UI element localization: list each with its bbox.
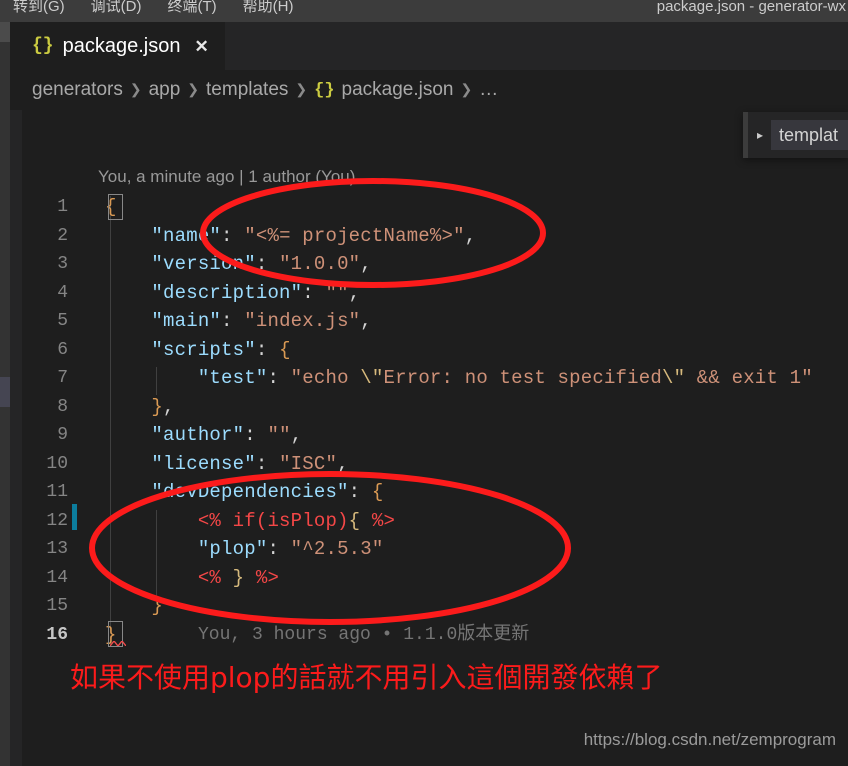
line-number: 16	[46, 624, 68, 645]
code-line[interactable]: 8 },	[0, 393, 838, 422]
breadcrumb-item-generators[interactable]: generators	[32, 79, 123, 101]
line-content: "license": "ISC",	[151, 452, 349, 475]
popup-item-label: templat	[779, 124, 839, 145]
activity-bar-indicator-top	[0, 22, 10, 42]
breadcrumb-item-more[interactable]: …	[479, 79, 498, 101]
line-content: "main": "index.js",	[151, 310, 372, 332]
line-number: 15	[46, 596, 68, 616]
breadcrumb-item-package-json[interactable]: package.json	[342, 79, 454, 101]
menu-bar: 转到(G) 调试(D) 终端(T) 帮助(H)	[0, 0, 306, 20]
popup-list-item[interactable]: templat	[771, 120, 848, 150]
line-content: "devDependencies": {	[151, 481, 384, 503]
line-number: 13	[46, 539, 68, 559]
code-line[interactable]: 1 {	[0, 193, 838, 222]
chevron-right-icon: ❯	[295, 80, 308, 97]
breadcrumb-item-app[interactable]: app	[149, 79, 181, 101]
code-line[interactable]: 3 "version": "1.0.0",	[0, 250, 838, 279]
code-line[interactable]: 11 "devDependencies": {	[0, 478, 838, 507]
chevron-right-icon: ❯	[129, 80, 142, 97]
line-content: <% if(isPlop){ %>	[197, 509, 396, 532]
code-line[interactable]: 5 "main": "index.js",	[0, 307, 838, 336]
line-number: 1	[57, 197, 68, 217]
line-content: "description": "",	[151, 281, 361, 304]
line-number: 8	[57, 396, 68, 417]
code-line[interactable]: 7 "test": "echo \"Error: no test specifi…	[0, 364, 838, 393]
popup-side-bar	[743, 112, 748, 158]
code-line[interactable]: 6 "scripts": {	[0, 336, 838, 365]
menu-item-terminal[interactable]: 终端(T)	[155, 0, 230, 20]
line-number: 7	[57, 368, 68, 388]
json-braces-icon: {}	[314, 80, 335, 100]
menu-item-goto[interactable]: 转到(G)	[0, 0, 78, 20]
watermark: https://blog.csdn.net/zemprogram	[583, 730, 836, 749]
line-content: }	[151, 595, 164, 617]
code-line[interactable]: 2 "name": "<%= projectName%>",	[0, 222, 838, 251]
line-content: "author": "",	[151, 424, 303, 446]
line-number: 6	[57, 339, 68, 360]
chevron-right-icon: ❯	[460, 80, 473, 97]
code-line[interactable]: 4 "description": "",	[0, 279, 838, 308]
code-line[interactable]: 14 <% } %>	[0, 564, 838, 593]
inline-blame-annotation: You, 3 hours ago • 1.1.0版本更新	[198, 625, 530, 645]
code-line[interactable]: 10 "license": "ISC",	[0, 450, 838, 479]
line-number: 3	[57, 254, 68, 274]
chevron-right-icon: ❯	[187, 80, 200, 97]
code-line[interactable]: 12 <% if(isPlop){ %>	[0, 507, 838, 536]
line-number: 4	[57, 282, 68, 303]
chevron-right-icon[interactable]: ▸	[757, 128, 763, 142]
breadcrumb-item-templates[interactable]: templates	[206, 79, 288, 101]
window-titlebar: 转到(G) 调试(D) 终端(T) 帮助(H) package.json - g…	[0, 0, 848, 22]
line-number: 14	[46, 567, 68, 588]
line-number: 10	[46, 453, 68, 474]
tab-label: package.json	[62, 34, 181, 57]
line-number: 2	[57, 225, 68, 246]
error-squiggle-icon	[110, 641, 126, 646]
line-content: "version": "1.0.0",	[151, 253, 372, 275]
line-content: "test": "echo \"Error: no test specified…	[197, 367, 813, 389]
line-content: <% } %>	[197, 566, 280, 589]
line-number: 12	[46, 510, 68, 531]
line-number: 9	[57, 425, 68, 445]
breadcrumb: generators ❯ app ❯ templates ❯ {} packag…	[10, 70, 848, 110]
json-braces-icon: {}	[32, 36, 54, 56]
line-number: 5	[57, 311, 68, 331]
close-icon[interactable]: ✕	[194, 38, 208, 55]
line-content: "scripts": {	[151, 338, 291, 361]
menu-item-debug[interactable]: 调试(D)	[78, 0, 155, 20]
codelens-blame[interactable]: You, a minute ago | 1 author (You)	[98, 167, 355, 187]
line-content: "name": "<%= projectName%>",	[151, 224, 477, 247]
tab-package-json[interactable]: {} package.json ✕	[10, 22, 225, 70]
code-line[interactable]: 9 "author": "",	[0, 421, 838, 450]
line-content: "plop": "^2.5.3"	[197, 538, 384, 560]
editor-tab-bar: {} package.json ✕	[10, 22, 848, 70]
bracket-match-open	[108, 194, 123, 220]
line-content: },	[151, 395, 175, 418]
line-number: 11	[46, 482, 68, 502]
annotation-caption: 如果不使用plop的話就不用引入這個開發依賴了	[70, 661, 663, 694]
menu-item-help[interactable]: 帮助(H)	[230, 0, 307, 20]
window-title: package.json - generator-wx	[656, 0, 846, 15]
breadcrumb-dropdown-popup[interactable]: ▸ templat	[743, 112, 848, 158]
code-line[interactable]: 15 }	[0, 592, 838, 621]
code-line[interactable]: 13 "plop": "^2.5.3"	[0, 535, 838, 564]
